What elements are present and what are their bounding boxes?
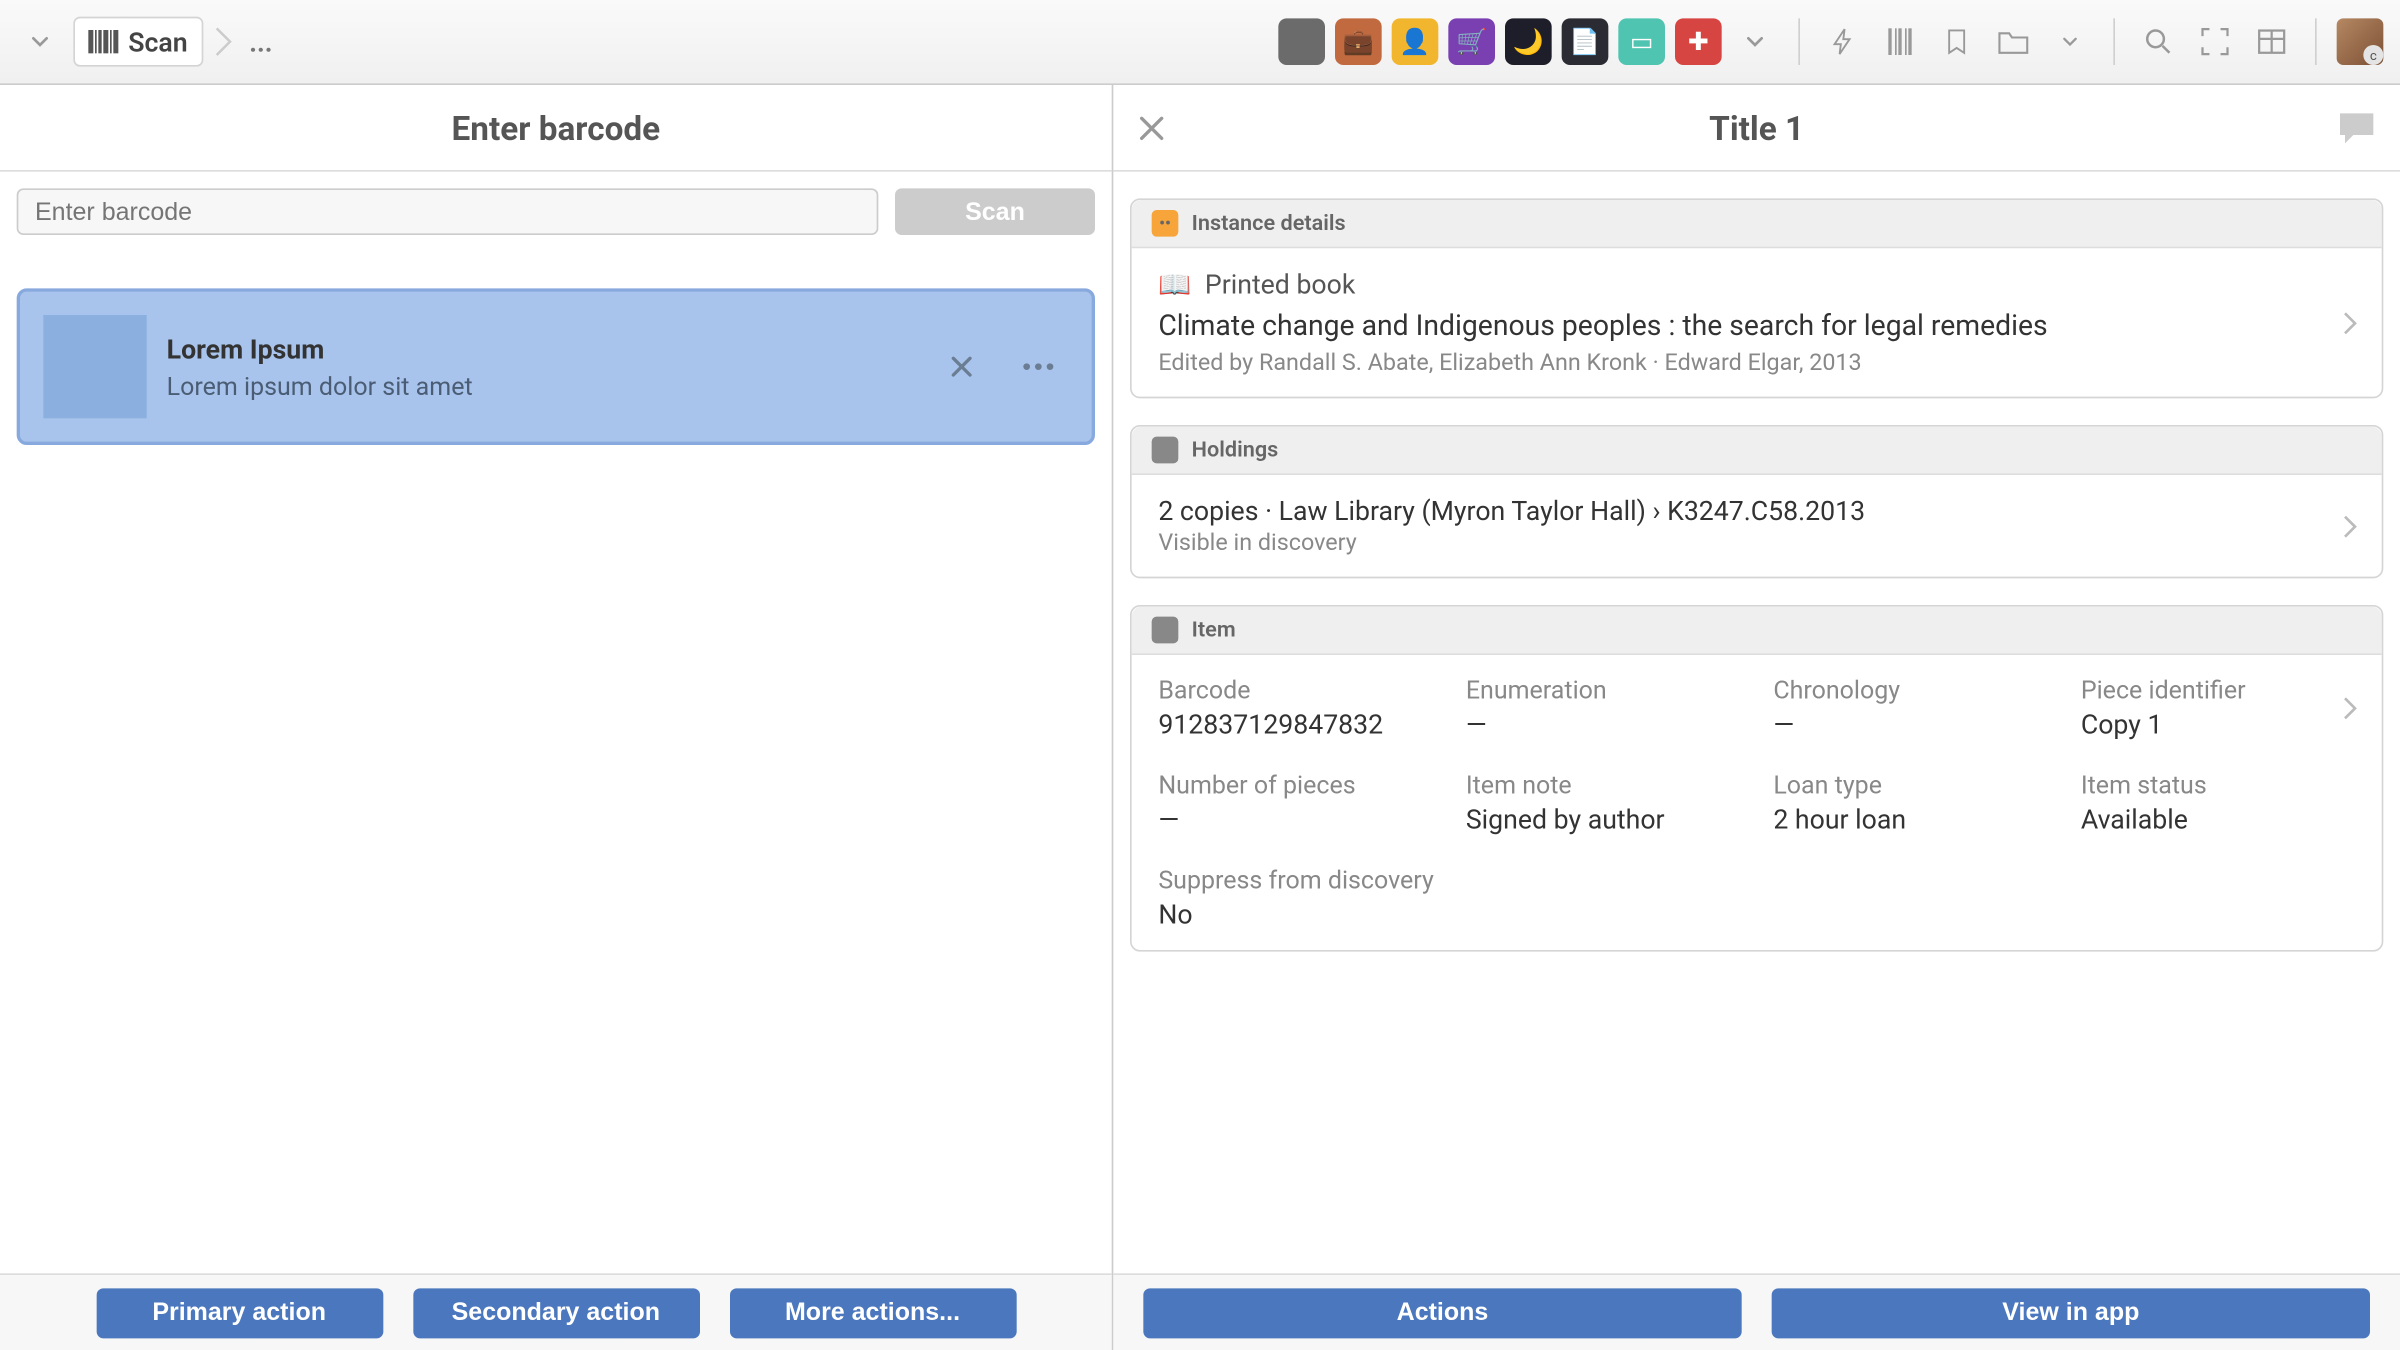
barcode-input[interactable] (17, 188, 879, 235)
instance-meta: Edited by Randall S. Abate, Elizabeth An… (1158, 350, 2355, 377)
item-icon (1152, 617, 1179, 644)
search-icon[interactable] (2135, 18, 2182, 65)
item-header-label: Item (1192, 618, 1236, 643)
breadcrumb-separator-icon (213, 22, 233, 62)
scan-chip-label: Scan (128, 26, 187, 58)
scan-button[interactable]: Scan (895, 188, 1095, 235)
book-icon: 📖 (1158, 268, 1191, 300)
holdings-icon (1152, 437, 1179, 464)
field-item-status: Item status Available (2081, 770, 2355, 835)
actions-button[interactable]: Actions (1143, 1288, 1741, 1338)
close-detail-icon[interactable] (1137, 113, 1167, 143)
right-pane: Title 1 •• Instance details 📖 Printed bo… (1113, 85, 2400, 1350)
user-avatar[interactable] (2337, 18, 2384, 65)
scanned-item-card[interactable]: Lorem Ipsum Lorem ipsum dolor sit amet (17, 288, 1095, 445)
primary-action-button[interactable]: Primary action (96, 1288, 383, 1338)
item-thumbnail (43, 315, 146, 418)
barcode-toolbar-icon[interactable] (1877, 18, 1924, 65)
holdings-chevron-icon (2342, 513, 2359, 540)
app-icon-0[interactable] (1278, 18, 1325, 65)
field-number-of-pieces: Number of pieces — (1158, 770, 1432, 835)
app-icons-more-icon[interactable] (1732, 18, 1779, 65)
field-piece-identifier: Piece identifier Copy 1 (2081, 675, 2355, 740)
holdings-card: Holdings 2 copies · Law Library (Myron T… (1130, 425, 2383, 578)
scanned-item-title: Lorem Ipsum (167, 333, 915, 365)
app-icon-5[interactable]: 📄 (1562, 18, 1609, 65)
breadcrumb: Scan ... (73, 17, 279, 67)
item-card-body[interactable]: Barcode 912837129847832 Enumeration — Ch… (1132, 655, 2382, 950)
instance-chevron-icon (2342, 309, 2359, 336)
secondary-action-button[interactable]: Secondary action (413, 1288, 700, 1338)
instance-card-body[interactable]: 📖 Printed book Climate change and Indige… (1132, 248, 2382, 396)
left-pane-header: Enter barcode (0, 85, 1112, 172)
right-footer: Actions View in app (1113, 1273, 2400, 1350)
instance-type: Printed book (1205, 268, 1355, 300)
holdings-card-body[interactable]: 2 copies · Law Library (Myron Taylor Hal… (1132, 475, 2382, 577)
item-chevron-icon (2342, 695, 2359, 722)
layout-icon[interactable] (2248, 18, 2295, 65)
field-chronology: Chronology — (1773, 675, 2047, 740)
field-loan-type: Loan type 2 hour loan (1773, 770, 2047, 835)
instance-details-card: •• Instance details 📖 Printed book Clima… (1130, 198, 2383, 398)
right-pane-title: Title 1 (1709, 108, 1804, 148)
app-icon-6[interactable]: ▭ (1618, 18, 1665, 65)
holdings-sub: Visible in discovery (1158, 530, 2355, 557)
right-pane-header: Title 1 (1113, 85, 2400, 172)
chevron-down-small-icon[interactable] (2047, 18, 2094, 65)
field-enumeration: Enumeration — (1466, 675, 1740, 740)
lightning-icon[interactable] (1820, 18, 1867, 65)
fullscreen-icon[interactable] (2192, 18, 2239, 65)
holdings-header-label: Holdings (1192, 438, 1279, 463)
instance-title: Climate change and Indigenous peoples : … (1158, 310, 2355, 343)
app-icon-3[interactable]: 🛒 (1448, 18, 1495, 65)
view-in-app-button[interactable]: View in app (1772, 1288, 2370, 1338)
instance-header-label: Instance details (1192, 211, 1346, 236)
scanned-item-subtitle: Lorem ipsum dolor sit amet (167, 371, 915, 401)
barcode-icon (88, 30, 118, 53)
comment-icon[interactable] (2337, 109, 2377, 146)
app-icon-1[interactable]: 💼 (1335, 18, 1382, 65)
breadcrumb-ellipsis[interactable]: ... (243, 26, 280, 58)
top-toolbar: Scan ... 💼👤🛒🌙📄▭✚ (0, 0, 2400, 85)
app-icon-4[interactable]: 🌙 (1505, 18, 1552, 65)
left-footer: Primary action Secondary action More act… (0, 1273, 1112, 1350)
field-barcode: Barcode 912837129847832 (1158, 675, 1432, 740)
left-pane-title: Enter barcode (452, 108, 661, 148)
item-more-icon[interactable] (1008, 355, 1068, 378)
left-pane: Enter barcode Scan Lorem Ipsum Lorem ips… (0, 85, 1113, 1350)
app-icon-2[interactable]: 👤 (1392, 18, 1439, 65)
field-item-note: Item note Signed by author (1466, 770, 1740, 835)
more-actions-button[interactable]: More actions... (729, 1288, 1016, 1338)
app-icons-row: 💼👤🛒🌙📄▭✚ (1278, 18, 1721, 65)
folder-icon[interactable] (1990, 18, 2037, 65)
app-icon-7[interactable]: ✚ (1675, 18, 1722, 65)
remove-item-icon[interactable] (935, 347, 988, 387)
bookmark-icon[interactable] (1933, 18, 1980, 65)
chevron-down-icon[interactable] (17, 18, 64, 65)
item-card: Item Barcode 912837129847832 Enumeration (1130, 605, 2383, 952)
instance-icon: •• (1152, 210, 1179, 237)
field-suppress: Suppress from discovery No (1158, 865, 2355, 930)
scan-chip[interactable]: Scan (73, 17, 202, 67)
holdings-line: 2 copies · Law Library (Myron Taylor Hal… (1158, 495, 2355, 527)
